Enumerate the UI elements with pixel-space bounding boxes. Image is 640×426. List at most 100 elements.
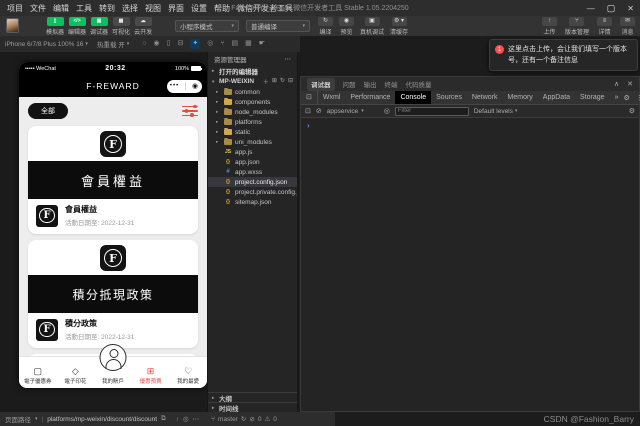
- tree-item-sitemap-json[interactable]: {} sitemap.json: [208, 197, 297, 207]
- inspect-icon[interactable]: ◎: [207, 39, 213, 49]
- kebab-menu-icon[interactable]: ⋮: [636, 94, 640, 102]
- page-path-label[interactable]: 页面路径: [5, 414, 31, 424]
- user-avatar[interactable]: [6, 18, 19, 33]
- tab-performance[interactable]: Performance: [345, 91, 395, 104]
- menu-view[interactable]: 视图: [145, 3, 161, 14]
- tree-item-node-modules[interactable]: ▸ node_modules: [208, 107, 297, 117]
- menu-file[interactable]: 文件: [30, 3, 46, 14]
- tree-item-components[interactable]: ▸ components: [208, 97, 297, 107]
- minimize-icon[interactable]: —: [587, 4, 595, 13]
- console-output-area[interactable]: ›: [301, 118, 639, 411]
- tab-sources[interactable]: Sources: [431, 91, 467, 104]
- console-settings-icon[interactable]: ⚙: [629, 107, 635, 115]
- tab-appdata[interactable]: AppData: [538, 91, 575, 104]
- new-file-icon[interactable]: ＋: [263, 77, 269, 86]
- timeline-section[interactable]: ▸ 时间线: [208, 402, 297, 412]
- layout-icon[interactable]: ▦: [245, 39, 252, 49]
- device-select[interactable]: iPhone 6/7/8 Plus 100% 16 ▾: [5, 41, 88, 48]
- share-icon[interactable]: ↑: [176, 416, 179, 423]
- top-frame-icon[interactable]: ⊡: [305, 107, 311, 115]
- tab-output[interactable]: 输出: [364, 79, 377, 89]
- tab-e-coupons[interactable]: ▢ 電子優惠券: [19, 357, 57, 388]
- project-root-row[interactable]: ▾ MP-WEIXIN ＋ ⊞ ↻ ⊟: [208, 76, 297, 87]
- cloud-dev-button[interactable]: ☁ 云开发: [134, 17, 152, 36]
- debugger-toggle-button[interactable]: ▣ 调试器: [90, 17, 108, 36]
- all-filter-pill[interactable]: 全部: [28, 103, 68, 119]
- tab-network[interactable]: Network: [467, 91, 503, 104]
- visualization-toggle-button[interactable]: ▦ 可视化: [112, 17, 130, 36]
- upload-button[interactable]: ↑ 上传: [542, 17, 557, 36]
- tab-wxml[interactable]: Wxml: [318, 91, 346, 104]
- simulator-toggle-button[interactable]: ▯ 模拟器: [46, 17, 64, 36]
- details-button[interactable]: ≡ 详情: [597, 17, 612, 36]
- collapse-all-icon[interactable]: ⊟: [288, 77, 293, 86]
- tab-console[interactable]: Console: [395, 91, 431, 104]
- log-levels-select[interactable]: Default levels ▾: [474, 108, 518, 115]
- branch-icon[interactable]: ⑂: [220, 39, 224, 49]
- device-toolbar-icon[interactable]: ⊡: [301, 91, 318, 104]
- tree-item-app-js[interactable]: JS app.js: [208, 147, 297, 157]
- coupon-card[interactable]: F 會員權益 F 會員權益 活動日期至: 2022-12-31: [28, 126, 198, 234]
- tree-item-platforms[interactable]: ▸ platforms: [208, 117, 297, 127]
- account-person-icon[interactable]: [100, 344, 127, 371]
- outline-section[interactable]: ▸ 大纲: [208, 392, 297, 402]
- rotate-icon[interactable]: ○: [142, 39, 146, 49]
- tab-code-quality[interactable]: 代码质量: [406, 79, 432, 89]
- tab-storage[interactable]: Storage: [575, 91, 610, 104]
- git-status[interactable]: ⑂ master ↻ ⊘ 0 ⚠ 0: [211, 415, 277, 423]
- menu-interface[interactable]: 界面: [168, 3, 184, 14]
- tab-e-stamps[interactable]: ◇ 電子印花: [57, 357, 95, 388]
- tab-discount-presale[interactable]: ⊞ 優惠預賣: [132, 357, 170, 388]
- tree-item-uni-modules[interactable]: ▸ uni_modules: [208, 137, 297, 147]
- collapse-icon[interactable]: ∧: [614, 80, 619, 88]
- menu-tools[interactable]: 工具: [76, 3, 92, 14]
- more-dots-icon[interactable]: •••: [170, 83, 179, 89]
- close-icon[interactable]: ✕: [627, 4, 634, 13]
- eye-icon[interactable]: ◎: [183, 415, 189, 423]
- more-tabs-icon[interactable]: »: [610, 91, 624, 104]
- refresh-icon[interactable]: ↻: [280, 77, 285, 86]
- tree-item-static[interactable]: ▸ static: [208, 127, 297, 137]
- more-icon[interactable]: ⋯: [193, 415, 200, 423]
- tab-debugger[interactable]: 调试器: [307, 78, 335, 91]
- tree-item-project-private-config[interactable]: {} project.private.config.js...: [208, 187, 297, 197]
- clear-console-icon[interactable]: ⊘: [316, 107, 322, 115]
- console-context-select[interactable]: appservice ▾: [327, 108, 379, 115]
- tree-item-app-json[interactable]: {} app.json: [208, 157, 297, 167]
- coupon-card[interactable]: F 積分抵現政策 F 積分政策 活動日期至: 2022-12-31: [28, 240, 198, 348]
- compile-button[interactable]: ↻ 编译: [318, 17, 333, 36]
- tab-my-favorites[interactable]: ♡ 我的最愛: [169, 357, 207, 388]
- phone-frame-icon[interactable]: ▯: [167, 39, 171, 49]
- messages-button[interactable]: ✉ 消息: [620, 17, 635, 36]
- version-control-button[interactable]: ⑂ 版本管理: [565, 17, 589, 36]
- copy-icon[interactable]: ⧉: [161, 415, 166, 423]
- capsule-menu[interactable]: ••• ◉: [167, 80, 202, 93]
- menu-settings[interactable]: 设置: [191, 3, 207, 14]
- maximize-icon[interactable]: ▢: [607, 3, 616, 14]
- editor-toggle-button[interactable]: </> 编辑器: [68, 17, 86, 36]
- tab-memory[interactable]: Memory: [503, 91, 538, 104]
- remote-debug-button[interactable]: ▣ 真机调试: [360, 17, 384, 36]
- tree-item-project-config-json[interactable]: {} project.config.json: [208, 177, 297, 187]
- capsule-home-icon[interactable]: ◉: [192, 82, 199, 90]
- console-filter-input[interactable]: [395, 107, 469, 116]
- sync-icon[interactable]: ↻: [241, 415, 246, 423]
- menu-select[interactable]: 选择: [122, 3, 138, 14]
- menu-goto[interactable]: 转到: [99, 3, 115, 14]
- compass-icon[interactable]: ✦: [190, 39, 200, 49]
- open-editors-section[interactable]: ▸ 打开的编辑器: [208, 65, 297, 76]
- gear-icon[interactable]: ⚙: [623, 94, 629, 102]
- close-icon[interactable]: ✕: [627, 80, 633, 88]
- clipboard-icon[interactable]: ▤: [232, 39, 239, 49]
- menu-project[interactable]: 项目: [7, 3, 23, 14]
- new-folder-icon[interactable]: ⊞: [272, 77, 277, 86]
- tree-item-app-wxss[interactable]: # app.wxss: [208, 167, 297, 177]
- hot-reload-select[interactable]: 热重载 开 ▾: [97, 39, 129, 49]
- more-actions-icon[interactable]: ⋯: [285, 55, 292, 63]
- multi-device-icon[interactable]: ⊟: [177, 39, 183, 49]
- tab-terminal[interactable]: 终端: [385, 79, 398, 89]
- miniprogram-mode-select[interactable]: 小程序模式 ▾: [175, 20, 239, 32]
- touch-icon[interactable]: ☛: [259, 39, 265, 49]
- filter-sliders-icon[interactable]: [182, 105, 198, 117]
- menu-edit[interactable]: 编辑: [53, 3, 69, 14]
